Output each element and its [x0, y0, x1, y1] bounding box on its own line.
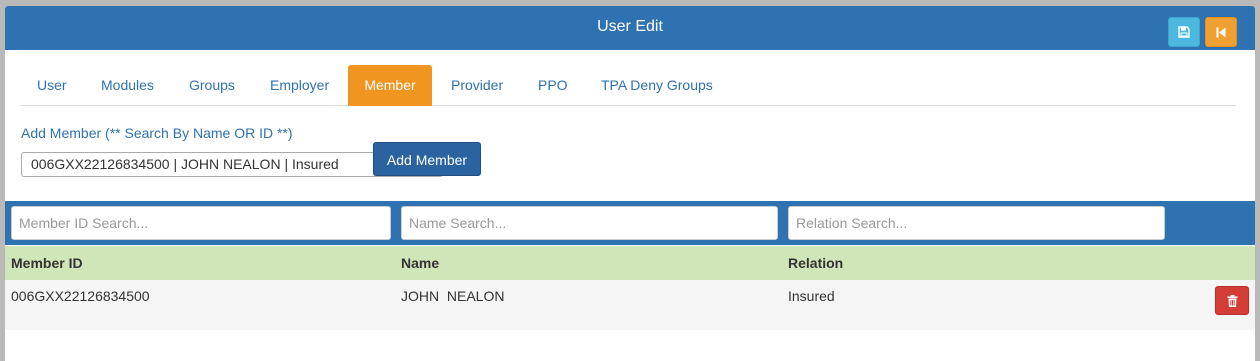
- tab-modules[interactable]: Modules: [85, 65, 170, 106]
- cell-name: JOHN NEALON: [401, 288, 505, 304]
- column-header-member-id[interactable]: Member ID: [11, 255, 83, 271]
- column-header-name[interactable]: Name: [401, 255, 439, 271]
- tab-employer[interactable]: Employer: [254, 65, 345, 106]
- tab-bar: User Modules Groups Employer Member Prov…: [21, 65, 1236, 106]
- tab-tpa-deny-groups[interactable]: TPA Deny Groups: [585, 65, 729, 106]
- page-title: User Edit: [597, 18, 663, 35]
- save-button[interactable]: [1168, 17, 1200, 47]
- floppy-disk-icon: [1178, 26, 1190, 38]
- name-search-input[interactable]: [401, 206, 778, 240]
- member-id-search-input[interactable]: [11, 206, 391, 240]
- cell-relation: Insured: [788, 288, 835, 304]
- cell-member-id: 006GXX22126834500: [11, 288, 150, 304]
- back-button[interactable]: [1205, 17, 1237, 47]
- tab-groups[interactable]: Groups: [173, 65, 251, 106]
- tab-member[interactable]: Member: [348, 65, 432, 106]
- add-member-button[interactable]: Add Member: [373, 142, 481, 176]
- tab-ppo[interactable]: PPO: [522, 65, 584, 106]
- delete-button[interactable]: [1215, 286, 1249, 315]
- panel-header: User Edit: [5, 6, 1255, 50]
- add-member-label: Add Member (** Search By Name OR ID **): [21, 125, 293, 141]
- user-edit-panel: User Edit User Modules Groups Employer M…: [5, 6, 1255, 361]
- trash-icon: [1227, 294, 1237, 307]
- table-header: Member ID Name Relation: [5, 246, 1255, 280]
- relation-search-input[interactable]: [788, 206, 1165, 240]
- tab-provider[interactable]: Provider: [435, 65, 519, 106]
- step-backward-icon: [1216, 27, 1226, 37]
- search-bar: [5, 201, 1255, 245]
- column-header-relation[interactable]: Relation: [788, 255, 843, 271]
- table-row: 006GXX22126834500 JOHN NEALON Insured: [5, 280, 1255, 330]
- tab-user[interactable]: User: [21, 65, 83, 106]
- member-select-value: 006GXX22126834500 | JOHN NEALON | Insure…: [31, 156, 339, 172]
